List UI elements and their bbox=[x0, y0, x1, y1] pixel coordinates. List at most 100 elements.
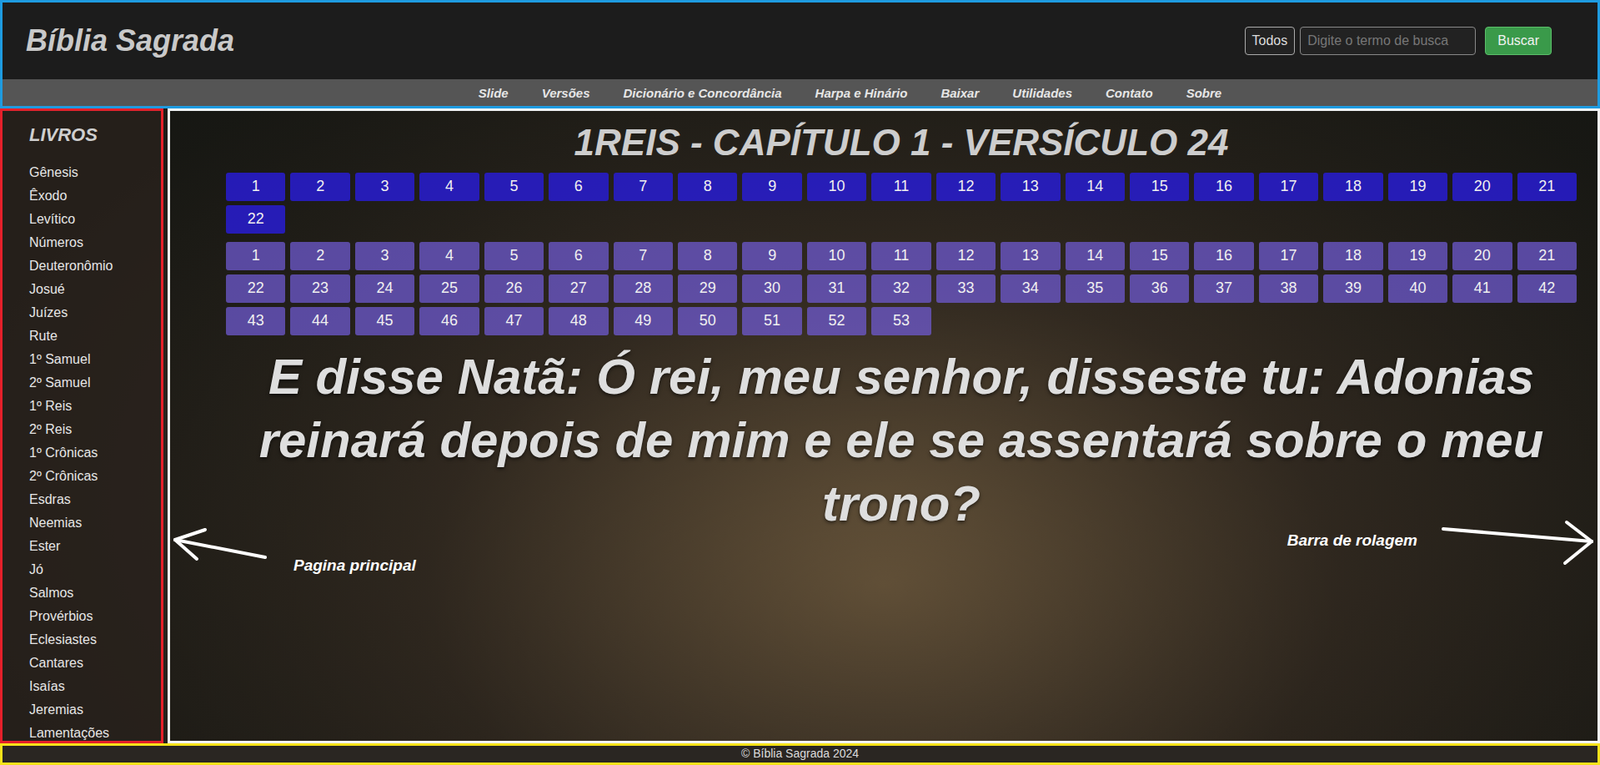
verse-button[interactable]: 36 bbox=[1129, 274, 1189, 303]
chapter-button[interactable]: 21 bbox=[1517, 172, 1577, 201]
chapter-button[interactable]: 16 bbox=[1193, 172, 1254, 201]
site-title[interactable]: Bíblia Sagrada bbox=[25, 23, 235, 59]
verse-button[interactable]: 47 bbox=[484, 306, 544, 336]
verse-button[interactable]: 5 bbox=[484, 241, 544, 271]
verse-button[interactable]: 10 bbox=[807, 241, 867, 271]
verse-button[interactable]: 16 bbox=[1193, 241, 1254, 271]
verse-button[interactable]: 1 bbox=[225, 241, 286, 271]
verse-button[interactable]: 37 bbox=[1193, 274, 1254, 303]
sidebar-item[interactable]: 2º Samuel bbox=[29, 371, 145, 395]
sidebar-item[interactable]: 1º Samuel bbox=[29, 347, 145, 372]
chapter-button[interactable]: 11 bbox=[871, 172, 931, 201]
verse-button[interactable]: 33 bbox=[936, 274, 996, 303]
sidebar-item[interactable]: 2º Reis bbox=[29, 417, 145, 442]
sidebar-item[interactable]: Levítico bbox=[29, 207, 145, 231]
nav-item[interactable]: Dicionário e Concordância bbox=[623, 85, 783, 101]
chapter-button[interactable]: 4 bbox=[419, 172, 479, 201]
sidebar-item[interactable]: Jeremias bbox=[29, 697, 145, 722]
sidebar-item[interactable]: Salmos bbox=[29, 581, 145, 605]
verse-button[interactable]: 42 bbox=[1517, 274, 1577, 303]
verse-button[interactable]: 49 bbox=[613, 306, 673, 336]
nav-item[interactable]: Harpa e Hinário bbox=[815, 85, 908, 101]
chapter-button[interactable]: 2 bbox=[290, 172, 350, 201]
verse-button[interactable]: 51 bbox=[742, 306, 802, 336]
chapter-button[interactable]: 3 bbox=[355, 172, 415, 201]
chapter-button[interactable]: 12 bbox=[936, 172, 996, 201]
sidebar-item[interactable]: Números bbox=[29, 230, 145, 255]
chapter-button[interactable]: 18 bbox=[1323, 172, 1383, 201]
verse-button[interactable]: 43 bbox=[225, 306, 286, 336]
sidebar-item[interactable]: Cantares bbox=[29, 651, 145, 675]
sidebar-item[interactable]: Neemias bbox=[29, 511, 145, 535]
nav-item[interactable]: Baixar bbox=[940, 85, 979, 101]
verse-button[interactable]: 12 bbox=[936, 241, 996, 271]
verse-button[interactable]: 24 bbox=[355, 274, 415, 303]
sidebar-item[interactable]: Ester bbox=[29, 534, 145, 558]
verse-button[interactable]: 28 bbox=[613, 274, 673, 303]
verse-button[interactable]: 38 bbox=[1258, 274, 1319, 303]
search-input[interactable] bbox=[1299, 26, 1476, 56]
verse-button[interactable]: 23 bbox=[290, 274, 350, 303]
chapter-button[interactable]: 10 bbox=[807, 172, 867, 201]
nav-item[interactable]: Contato bbox=[1105, 85, 1154, 101]
verse-button[interactable]: 53 bbox=[871, 306, 931, 336]
sidebar-item[interactable]: Êxodo bbox=[29, 184, 145, 208]
sidebar-item[interactable]: Provérbios bbox=[29, 604, 145, 628]
nav-item[interactable]: Slide bbox=[478, 85, 509, 101]
verse-button[interactable]: 39 bbox=[1323, 274, 1383, 303]
verse-button[interactable]: 20 bbox=[1452, 241, 1512, 271]
sidebar-item[interactable]: Gênesis bbox=[29, 160, 145, 185]
verse-button[interactable]: 13 bbox=[1000, 241, 1060, 271]
verse-button[interactable]: 50 bbox=[677, 306, 738, 336]
verse-button[interactable]: 6 bbox=[548, 241, 608, 271]
sidebar-item[interactable]: Josué bbox=[29, 277, 145, 301]
verse-button[interactable]: 19 bbox=[1388, 241, 1448, 271]
verse-button[interactable]: 18 bbox=[1323, 241, 1383, 271]
nav-item[interactable]: Sobre bbox=[1186, 85, 1223, 101]
chapter-button[interactable]: 7 bbox=[613, 172, 673, 201]
verse-button[interactable]: 15 bbox=[1129, 241, 1189, 271]
chapter-button[interactable]: 20 bbox=[1452, 172, 1512, 201]
sidebar-item[interactable]: Juízes bbox=[29, 300, 145, 325]
sidebar-item[interactable]: 2º Crônicas bbox=[29, 464, 145, 488]
verse-button[interactable]: 21 bbox=[1517, 241, 1577, 271]
verse-button[interactable]: 32 bbox=[871, 274, 931, 303]
verse-button[interactable]: 44 bbox=[290, 306, 350, 336]
chapter-button[interactable]: 13 bbox=[1000, 172, 1060, 201]
verse-button[interactable]: 29 bbox=[677, 274, 738, 303]
sidebar-item[interactable]: Isaías bbox=[29, 674, 145, 698]
verse-button[interactable]: 26 bbox=[484, 274, 544, 303]
verse-button[interactable]: 14 bbox=[1065, 241, 1125, 271]
sidebar-item[interactable]: Rute bbox=[29, 324, 145, 348]
sidebar-item[interactable]: Deuteronômio bbox=[29, 254, 145, 278]
verse-button[interactable]: 30 bbox=[742, 274, 802, 303]
verse-button[interactable]: 52 bbox=[807, 306, 867, 336]
sidebar-item[interactable]: 1º Reis bbox=[29, 394, 145, 418]
chapter-button[interactable]: 1 bbox=[225, 172, 286, 201]
chapter-button[interactable]: 9 bbox=[742, 172, 802, 201]
chapter-button[interactable]: 19 bbox=[1388, 172, 1448, 201]
sidebar-item[interactable]: Esdras bbox=[29, 487, 145, 512]
verse-button[interactable]: 4 bbox=[419, 241, 479, 271]
filter-button[interactable]: Todos bbox=[1244, 26, 1296, 56]
sidebar-item[interactable]: 1º Crônicas bbox=[29, 441, 145, 465]
chapter-button[interactable]: 8 bbox=[677, 172, 738, 201]
chapter-button[interactable]: 22 bbox=[225, 205, 286, 234]
verse-button[interactable]: 8 bbox=[677, 241, 738, 271]
verse-button[interactable]: 25 bbox=[419, 274, 479, 303]
verse-button[interactable]: 35 bbox=[1065, 274, 1125, 303]
verse-button[interactable]: 34 bbox=[1000, 274, 1060, 303]
sidebar-item[interactable]: Lamentações bbox=[29, 721, 145, 743]
verse-button[interactable]: 7 bbox=[613, 241, 673, 271]
chapter-button[interactable]: 6 bbox=[548, 172, 608, 201]
chapter-button[interactable]: 15 bbox=[1129, 172, 1189, 201]
chapter-button[interactable]: 5 bbox=[484, 172, 544, 201]
verse-button[interactable]: 41 bbox=[1452, 274, 1512, 303]
verse-button[interactable]: 45 bbox=[355, 306, 415, 336]
verse-button[interactable]: 46 bbox=[419, 306, 479, 336]
verse-button[interactable]: 40 bbox=[1388, 274, 1448, 303]
nav-item[interactable]: Versões bbox=[541, 85, 591, 101]
verse-button[interactable]: 17 bbox=[1258, 241, 1319, 271]
search-button[interactable]: Buscar bbox=[1484, 26, 1552, 56]
verse-button[interactable]: 48 bbox=[548, 306, 608, 336]
